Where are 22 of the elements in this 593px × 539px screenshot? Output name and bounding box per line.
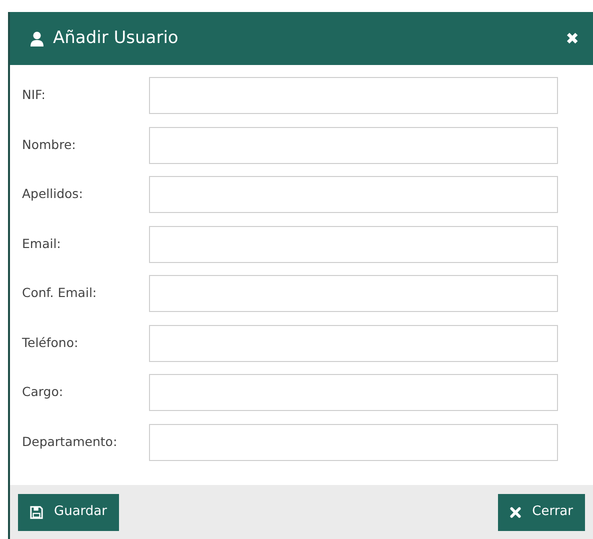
close-dialog-button[interactable]: Cerrar — [498, 494, 585, 530]
dialog-title: Añadir Usuario — [53, 26, 178, 50]
save-button[interactable]: Guardar — [18, 494, 119, 530]
field-label: Departamento: — [22, 432, 118, 451]
close-icon — [510, 506, 522, 518]
field-label: NIF: — [22, 86, 46, 104]
input-field[interactable] — [149, 226, 558, 262]
field-label: Apellidos: — [22, 185, 84, 204]
input-field[interactable] — [149, 374, 558, 411]
field-label: Email: — [22, 234, 62, 253]
field-label: Nombre: — [22, 136, 77, 154]
field-label: Teléfono: — [22, 334, 80, 352]
field-label: Conf. Email: — [22, 284, 98, 302]
input-field[interactable] — [149, 275, 558, 312]
field-label: Cargo: — [22, 383, 64, 402]
input-field[interactable] — [149, 424, 558, 460]
input-field[interactable] — [149, 324, 558, 362]
user-icon — [30, 30, 44, 46]
close-button[interactable]: ✖ — [566, 26, 579, 50]
input-field[interactable] — [149, 176, 558, 213]
input-field[interactable] — [149, 126, 558, 164]
input-field[interactable] — [149, 77, 558, 114]
